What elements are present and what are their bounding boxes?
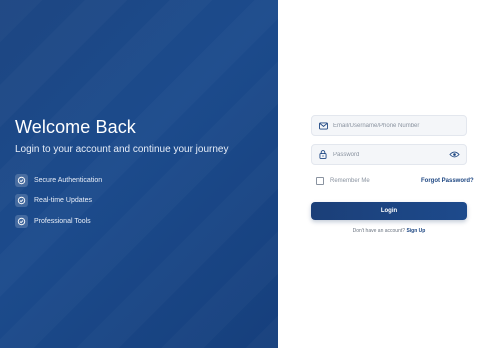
forgot-password-link[interactable]: Forgot Password? (421, 178, 474, 184)
check-circle-icon (15, 174, 28, 187)
feature-item-real-time-updates: Real-time Updates (15, 194, 92, 207)
login-panel: Remember Me Forgot Password? Login Don't… (278, 0, 500, 348)
identifier-field[interactable] (311, 115, 467, 136)
signup-link[interactable]: Sign Up (406, 228, 425, 234)
check-circle-icon (15, 194, 28, 207)
remember-me-checkbox[interactable] (316, 177, 324, 185)
password-input[interactable] (333, 145, 448, 164)
signup-prompt-text: Don't have an account? (352, 228, 406, 234)
feature-label: Real-time Updates (34, 197, 92, 204)
mail-icon (318, 121, 328, 131)
hero-title: Welcome Back (15, 117, 136, 137)
feature-item-secure-authentication: Secure Authentication (15, 174, 102, 187)
password-field[interactable] (311, 144, 467, 165)
feature-label: Secure Authentication (34, 177, 103, 184)
identifier-input[interactable] (333, 116, 460, 135)
signup-prompt: Don't have an account? Sign Up (278, 228, 500, 234)
hero-panel: Welcome Back Login to your account and c… (0, 0, 278, 348)
hero-subtitle: Login to your account and continue your … (15, 144, 229, 155)
remember-me[interactable]: Remember Me (316, 177, 370, 185)
feature-label: Professional Tools (34, 218, 91, 225)
lock-icon (318, 150, 328, 160)
remember-me-label: Remember Me (330, 178, 370, 184)
login-button[interactable]: Login (311, 202, 467, 220)
check-circle-icon (15, 215, 28, 228)
feature-item-professional-tools: Professional Tools (15, 215, 91, 228)
eye-icon[interactable] (448, 150, 460, 160)
